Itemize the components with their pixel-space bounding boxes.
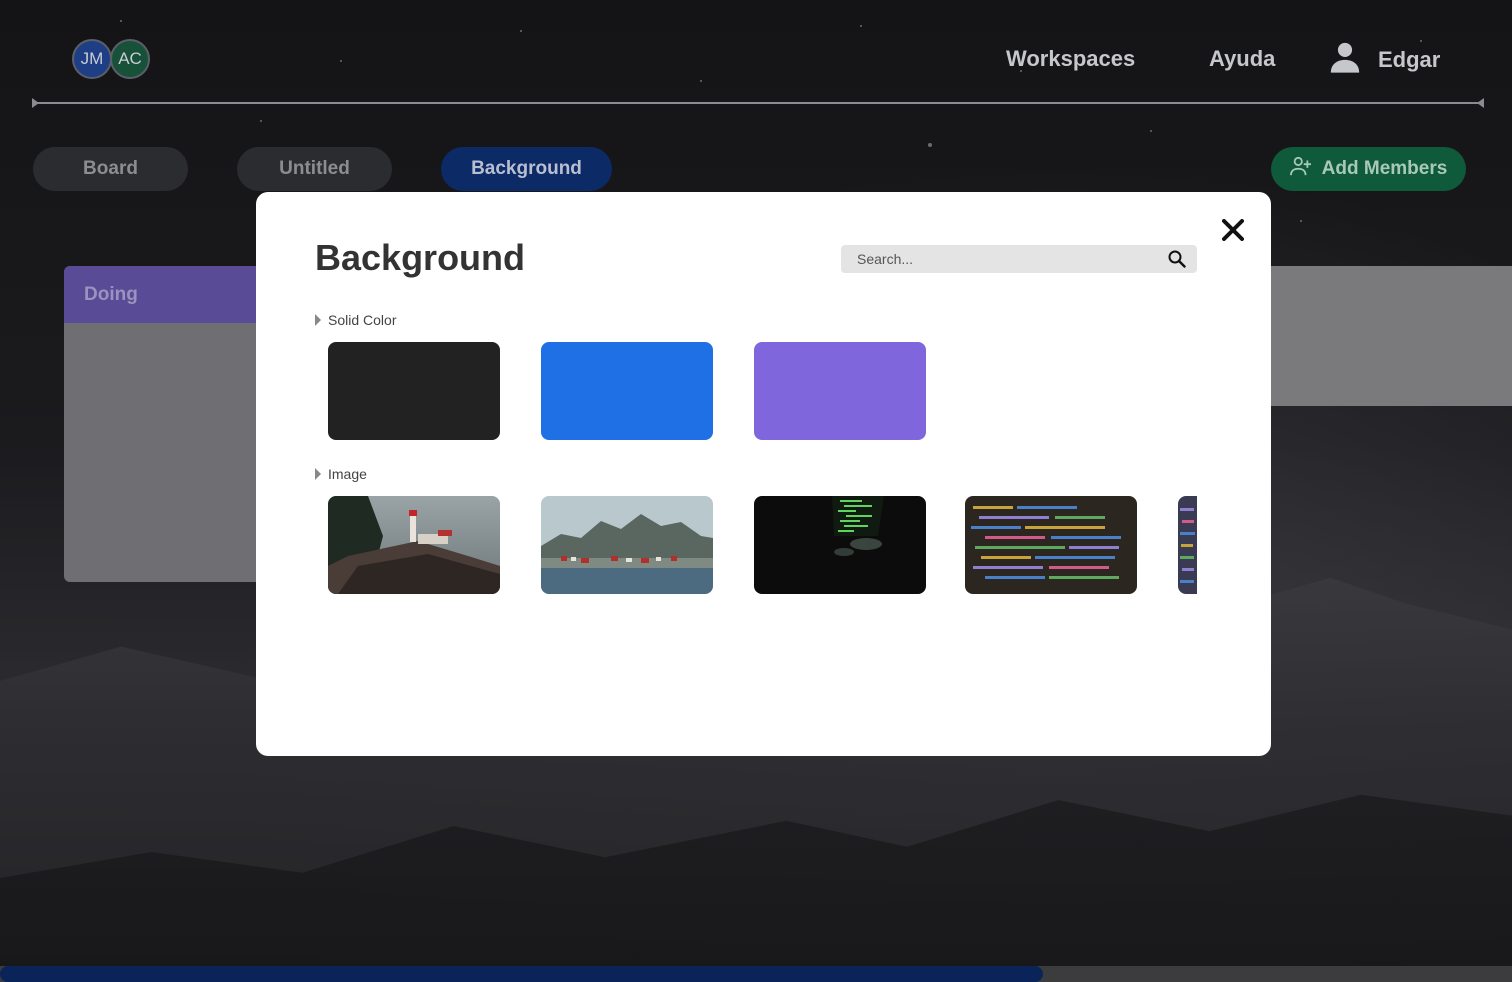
search-input[interactable] [841,245,1161,273]
add-members-button[interactable]: Add Members [1271,147,1466,191]
avatar[interactable]: AC [110,39,150,79]
thumbnail-code-screen-partial[interactable] [1178,496,1197,594]
thumbnail-fishing-village[interactable] [541,496,713,594]
section-label: Solid Color [328,312,397,328]
section-solid-color[interactable]: Solid Color [315,312,396,328]
list-title[interactable]: Doing [64,266,264,323]
close-button[interactable] [1218,217,1248,247]
user-icon [1328,40,1362,79]
avatar[interactable]: JM [72,39,112,79]
caret-right-icon [315,314,321,326]
add-user-icon [1289,156,1322,182]
background-modal: Background Solid Color Image [256,192,1271,756]
swatch-black[interactable] [328,342,500,440]
thumbnail-lighthouse[interactable] [328,496,500,594]
swatch-purple[interactable] [754,342,926,440]
swatch-blue[interactable] [541,342,713,440]
tab-board[interactable]: Board [33,147,188,191]
add-members-label: Add Members [1321,158,1448,179]
section-label: Image [328,466,367,482]
close-icon [1222,218,1244,246]
caret-right-icon [315,468,321,480]
modal-title: Background [315,237,526,278]
member-avatars: JM AC [72,39,150,79]
nav-help[interactable]: Ayuda [1209,46,1275,72]
thumbnail-hacker-laptop[interactable] [754,496,926,594]
tab-untitled[interactable]: Untitled [237,147,392,191]
nav-workspaces[interactable]: Workspaces [1006,46,1135,72]
scrollbar-thumb[interactable] [0,966,1043,982]
tab-background[interactable]: Background [441,147,612,191]
user-menu[interactable]: Edgar [1328,40,1440,79]
section-image[interactable]: Image [315,466,367,482]
search-icon[interactable] [1168,250,1186,273]
search-box [841,245,1197,273]
user-name: Edgar [1378,46,1441,72]
board-panel [1271,266,1512,406]
header-divider [32,98,1484,108]
thumbnail-code-screen[interactable] [965,496,1137,594]
board-list: Doing [64,266,264,582]
